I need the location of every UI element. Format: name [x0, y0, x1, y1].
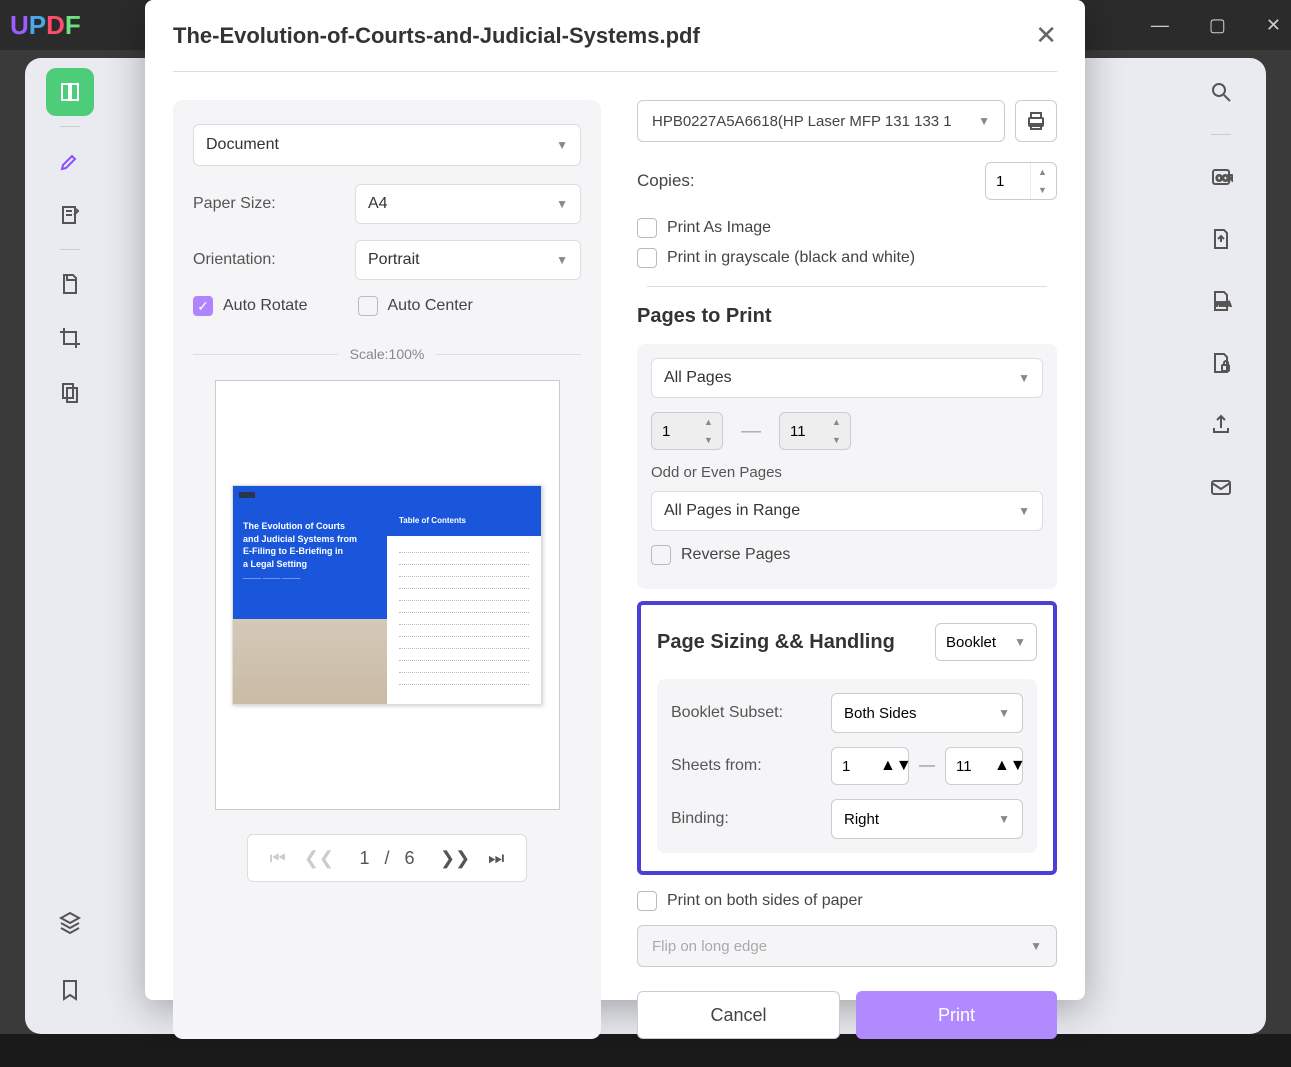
- booklet-subset-label: Booklet Subset:: [671, 704, 831, 722]
- left-sidebar: [35, 68, 105, 416]
- minimize-button[interactable]: —: [1151, 15, 1169, 36]
- sheets-from-spinner[interactable]: ▲▼: [831, 747, 909, 785]
- print-as-image-label: Print As Image: [667, 219, 771, 237]
- scale-label: Scale:100%: [338, 346, 437, 362]
- lock-file-icon[interactable]: [1197, 339, 1245, 387]
- range-to-spinner[interactable]: ▲▼: [779, 412, 851, 450]
- page-sizing-title: Page Sizing && Handling: [657, 631, 895, 654]
- print-preview-panel: Document▼ Paper Size: A4▼ Orientation: P…: [173, 100, 601, 1039]
- left-sidebar-bottom: [35, 898, 105, 1014]
- pages-range-select[interactable]: All Pages▼: [651, 358, 1043, 398]
- page-sizing-section: Page Sizing && Handling Booklet▼ Booklet…: [637, 601, 1057, 875]
- edit-text-icon[interactable]: [46, 191, 94, 239]
- paper-size-label: Paper Size:: [193, 195, 343, 213]
- sheets-to-spinner[interactable]: ▲▼: [945, 747, 1023, 785]
- maximize-button[interactable]: ▢: [1209, 15, 1226, 36]
- both-sides-label: Print on both sides of paper: [667, 892, 863, 910]
- reverse-pages-label: Reverse Pages: [681, 546, 790, 564]
- convert-icon[interactable]: [1197, 215, 1245, 263]
- layers-icon[interactable]: [46, 898, 94, 946]
- pages-to-print-title: Pages to Print: [637, 305, 1057, 328]
- print-as-image-checkbox[interactable]: [637, 218, 657, 238]
- orientation-label: Orientation:: [193, 251, 343, 269]
- auto-rotate-label: Auto Rotate: [223, 297, 308, 315]
- odd-even-label: Odd or Even Pages: [651, 464, 1043, 481]
- odd-even-select[interactable]: All Pages in Range▼: [651, 491, 1043, 531]
- pdfa-icon[interactable]: PDF/A: [1197, 277, 1245, 325]
- svg-text:OCR: OCR: [1216, 174, 1233, 183]
- app-logo: UPDF: [10, 10, 81, 41]
- print-settings-panel: HPB0227A5A6618(HP Laser MFP 131 133 1▼ C…: [637, 100, 1057, 1039]
- orientation-select[interactable]: Portrait▼: [355, 240, 581, 280]
- copies-spinner[interactable]: ▲▼: [985, 162, 1057, 200]
- highlighter-icon[interactable]: [46, 137, 94, 185]
- binding-select[interactable]: Right▼: [831, 799, 1023, 839]
- print-preview: The Evolution of Courts and Judicial Sys…: [215, 380, 560, 810]
- ocr-icon[interactable]: OCR: [1197, 153, 1245, 201]
- print-button[interactable]: Print: [856, 991, 1057, 1039]
- pager-prev-button[interactable]: ❮❮: [304, 848, 334, 869]
- auto-center-checkbox[interactable]: [358, 296, 378, 316]
- mail-icon[interactable]: [1197, 463, 1245, 511]
- crop-icon[interactable]: [46, 314, 94, 362]
- booklet-subset-select[interactable]: Both Sides▼: [831, 693, 1023, 733]
- pager-next-button[interactable]: ❯❯: [440, 848, 470, 869]
- search-icon[interactable]: [1197, 68, 1245, 116]
- pages-icon[interactable]: [46, 260, 94, 308]
- dialog-title: The-Evolution-of-Courts-and-Judicial-Sys…: [173, 23, 700, 49]
- right-sidebar: OCR PDF/A: [1186, 68, 1256, 511]
- reader-tab-icon[interactable]: [46, 68, 94, 116]
- grayscale-label: Print in grayscale (black and white): [667, 249, 915, 267]
- grayscale-checkbox[interactable]: [637, 248, 657, 268]
- printer-select[interactable]: HPB0227A5A6618(HP Laser MFP 131 133 1▼: [637, 100, 1005, 142]
- window-controls: — ▢ ✕: [1151, 15, 1281, 36]
- svg-text:PDF/A: PDF/A: [1216, 302, 1231, 308]
- range-from-spinner[interactable]: ▲▼: [651, 412, 723, 450]
- cancel-button[interactable]: Cancel: [637, 991, 840, 1039]
- both-sides-checkbox[interactable]: [637, 891, 657, 911]
- sheets-from-label: Sheets from:: [671, 757, 831, 775]
- print-mode-select[interactable]: Document▼: [193, 124, 581, 166]
- watermark-icon[interactable]: [46, 368, 94, 416]
- share-icon[interactable]: [1197, 401, 1245, 449]
- paper-size-select[interactable]: A4▼: [355, 184, 581, 224]
- binding-label: Binding:: [671, 810, 831, 828]
- pager-first-button[interactable]: ⏮: [270, 848, 286, 869]
- reverse-pages-checkbox[interactable]: [651, 545, 671, 565]
- dialog-close-button[interactable]: ✕: [1035, 20, 1057, 51]
- pager-last-button[interactable]: ⏭: [488, 848, 504, 869]
- copies-label: Copies:: [637, 171, 695, 191]
- close-window-button[interactable]: ✕: [1266, 15, 1281, 36]
- print-dialog: The-Evolution-of-Courts-and-Judicial-Sys…: [145, 0, 1085, 1000]
- auto-center-label: Auto Center: [388, 297, 473, 315]
- bookmark-icon[interactable]: [46, 966, 94, 1014]
- flip-select: Flip on long edge▼: [637, 925, 1057, 967]
- preview-pager: ⏮ ❮❮ 1 / 6 ❯❯ ⏭: [247, 834, 527, 882]
- auto-rotate-checkbox[interactable]: ✓: [193, 296, 213, 316]
- sizing-mode-select[interactable]: Booklet▼: [935, 623, 1037, 661]
- printer-icon-button[interactable]: [1015, 100, 1057, 142]
